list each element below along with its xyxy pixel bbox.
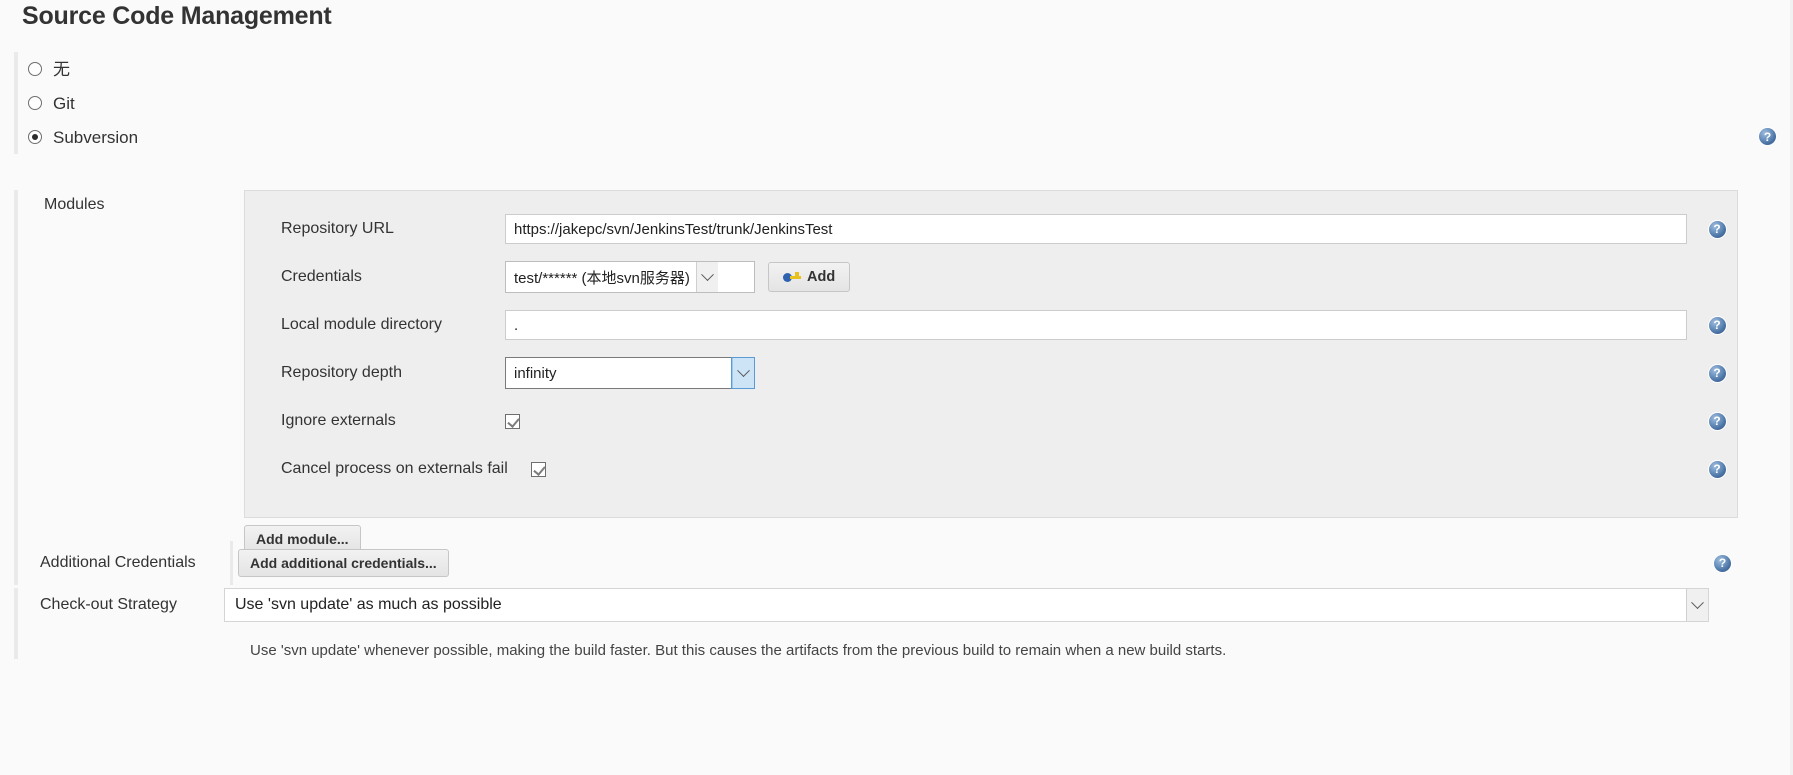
local-module-directory-help-wrap <box>1697 316 1737 334</box>
checkout-strategy-label: Check-out Strategy <box>40 596 177 613</box>
repository-url-control <box>505 214 1697 244</box>
additional-credentials-control: Add additional credentials... <box>230 541 1779 585</box>
repository-depth-control: infinity <box>505 357 1697 389</box>
repository-url-help-wrap <box>1697 220 1737 238</box>
scm-option-none-label: 无 <box>53 59 70 79</box>
scm-radio-group: 无 Git Subversion <box>14 52 1779 154</box>
credentials-control: test/****** (本地svn服务器) Add <box>505 261 1697 293</box>
key-icon <box>783 271 801 284</box>
field-row-local-module-directory: Local module directory <box>245 301 1737 349</box>
scm-config-page: Source Code Management 无 Git Subversion … <box>0 0 1793 775</box>
checkout-strategy-row: Check-out Strategy Use 'svn update' as m… <box>28 588 1779 622</box>
help-icon-subversion[interactable] <box>1759 128 1776 145</box>
radio-icon-subversion[interactable] <box>28 130 42 144</box>
ignore-externals-label: Ignore externals <box>281 412 396 429</box>
field-row-credentials: Credentials test/****** (本地svn服务器) Add <box>245 253 1737 301</box>
checkout-strategy-section: Check-out Strategy Use 'svn update' as m… <box>14 588 1779 659</box>
ignore-externals-control <box>505 413 1697 429</box>
scm-option-git-label: Git <box>53 93 75 113</box>
radio-icon-none[interactable] <box>28 62 42 76</box>
modules-label: Modules <box>44 196 105 213</box>
checkout-strategy-select-value: Use 'svn update' as much as possible <box>235 596 502 613</box>
chevron-down-icon-credentials[interactable] <box>695 262 718 292</box>
cancel-process-help-wrap <box>1697 460 1737 478</box>
help-icon-ignore-externals[interactable] <box>1708 412 1726 430</box>
credentials-select[interactable]: test/****** (本地svn服务器) <box>505 261 755 293</box>
radio-icon-git[interactable] <box>28 96 42 110</box>
ignore-externals-help-wrap <box>1697 412 1737 430</box>
help-icon-local-module-directory[interactable] <box>1708 316 1726 334</box>
cancel-process-control <box>531 461 1697 477</box>
repository-url-label: Repository URL <box>281 220 394 237</box>
help-icon-repository-depth[interactable] <box>1708 364 1726 382</box>
cancel-process-label: Cancel process on externals fail <box>281 460 508 477</box>
cancel-process-checkbox[interactable] <box>531 461 546 477</box>
additional-credentials-section: Additional Credentials Add additional cr… <box>14 541 1779 585</box>
local-module-directory-label: Local module directory <box>281 316 442 333</box>
checkout-strategy-description: Use 'svn update' whenever possible, maki… <box>250 642 1227 659</box>
repository-depth-label: Repository depth <box>281 364 402 381</box>
add-credentials-button-label: Add <box>807 268 836 285</box>
additional-credentials-label: Additional Credentials <box>40 554 196 571</box>
local-module-directory-input[interactable] <box>505 310 1687 340</box>
credentials-label: Credentials <box>281 268 362 285</box>
repository-depth-select[interactable]: infinity <box>505 357 755 389</box>
field-row-cancel-process-on-externals-fail: Cancel process on externals fail <box>245 445 1737 493</box>
scm-option-subversion-label: Subversion <box>53 127 139 147</box>
chevron-down-icon-checkout-strategy[interactable] <box>1686 589 1708 621</box>
repository-url-input[interactable] <box>505 214 1687 244</box>
field-row-repository-url: Repository URL <box>245 205 1737 253</box>
scm-option-subversion[interactable]: Subversion <box>28 120 1779 154</box>
help-icon-cancel-process[interactable] <box>1708 460 1726 478</box>
add-additional-credentials-button[interactable]: Add additional credentials... <box>238 549 449 577</box>
modules-panel: Repository URL Credentials test/****** (… <box>244 190 1738 518</box>
help-icon-repository-url[interactable] <box>1708 220 1726 238</box>
field-row-ignore-externals: Ignore externals <box>245 397 1737 445</box>
help-icon-additional-credentials[interactable] <box>1714 554 1731 572</box>
field-row-repository-depth: Repository depth infinity <box>245 349 1737 397</box>
chevron-down-icon-repository-depth[interactable] <box>731 357 755 389</box>
page-title: Source Code Management <box>22 2 332 30</box>
checkout-strategy-select[interactable]: Use 'svn update' as much as possible <box>224 588 1709 622</box>
local-module-directory-control <box>505 310 1697 340</box>
repository-depth-help-wrap <box>1697 364 1737 382</box>
scm-option-none[interactable]: 无 <box>28 52 1779 86</box>
ignore-externals-checkbox[interactable] <box>505 413 520 429</box>
add-credentials-button[interactable]: Add <box>768 261 851 293</box>
modules-section: Modules Repository URL Credentials test/… <box>14 190 1779 553</box>
credentials-select-value: test/****** (本地svn服务器) <box>514 269 690 287</box>
repository-depth-select-value: infinity <box>514 364 557 382</box>
scm-option-git[interactable]: Git <box>28 86 1779 120</box>
